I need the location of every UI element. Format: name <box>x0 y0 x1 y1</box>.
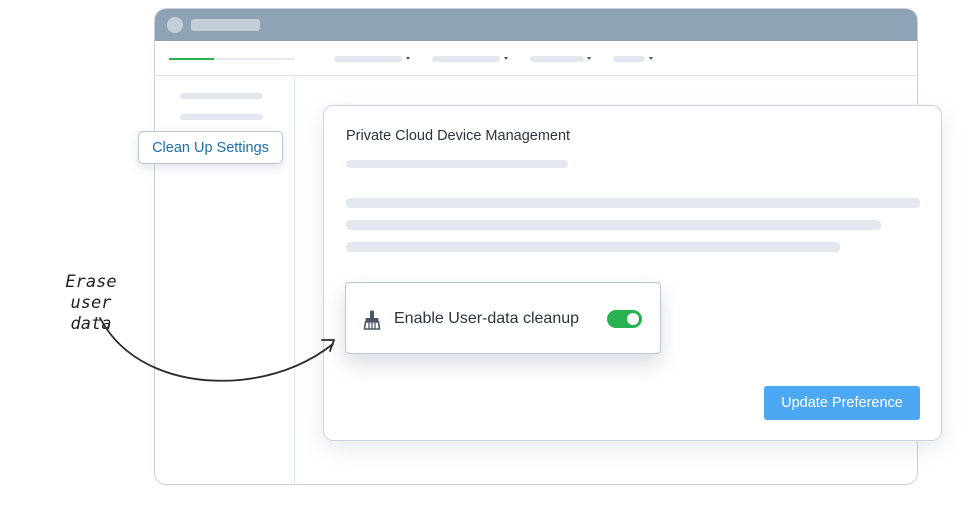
card-title: Private Cloud Device Management <box>346 128 571 144</box>
text-placeholder <box>346 242 840 252</box>
text-placeholder <box>346 220 881 230</box>
update-preference-label: Update Preference <box>781 395 903 411</box>
text-placeholder <box>346 198 920 208</box>
nav-menu-1[interactable] <box>334 56 402 62</box>
toggle-knob <box>627 313 639 325</box>
window-title-placeholder <box>191 19 260 31</box>
settings-card: Private Cloud Device Management Update P… <box>323 105 942 441</box>
update-preference-button[interactable]: Update Preference <box>764 386 920 420</box>
top-nav <box>155 41 917 76</box>
nav-menu-4[interactable] <box>613 56 645 62</box>
window-control-icon[interactable] <box>167 17 183 33</box>
chevron-down-icon <box>406 57 410 60</box>
chevron-down-icon <box>587 57 591 60</box>
clean-up-settings-label: Clean Up Settings <box>152 139 269 156</box>
subtitle-placeholder <box>346 160 568 168</box>
title-bar <box>155 9 917 41</box>
broom-icon <box>363 310 381 330</box>
sidebar-item[interactable] <box>180 114 263 120</box>
sidebar-item[interactable] <box>180 93 263 99</box>
user-data-cleanup-toggle[interactable] <box>607 310 642 328</box>
nav-menu-2[interactable] <box>432 56 500 62</box>
annotation-line-2: user data <box>70 293 112 334</box>
annotation-note: Erase user data <box>46 272 136 335</box>
nav-menu-3[interactable] <box>530 56 584 62</box>
clean-up-settings-tag[interactable]: Clean Up Settings <box>138 131 283 164</box>
cleanup-toggle-panel: Enable User-data cleanup <box>345 282 661 354</box>
toggle-label: Enable User-data cleanup <box>394 310 580 327</box>
annotation-line-1: Erase <box>65 272 117 292</box>
progress-fill <box>169 58 214 60</box>
chevron-down-icon <box>649 57 653 60</box>
chevron-down-icon <box>504 57 508 60</box>
